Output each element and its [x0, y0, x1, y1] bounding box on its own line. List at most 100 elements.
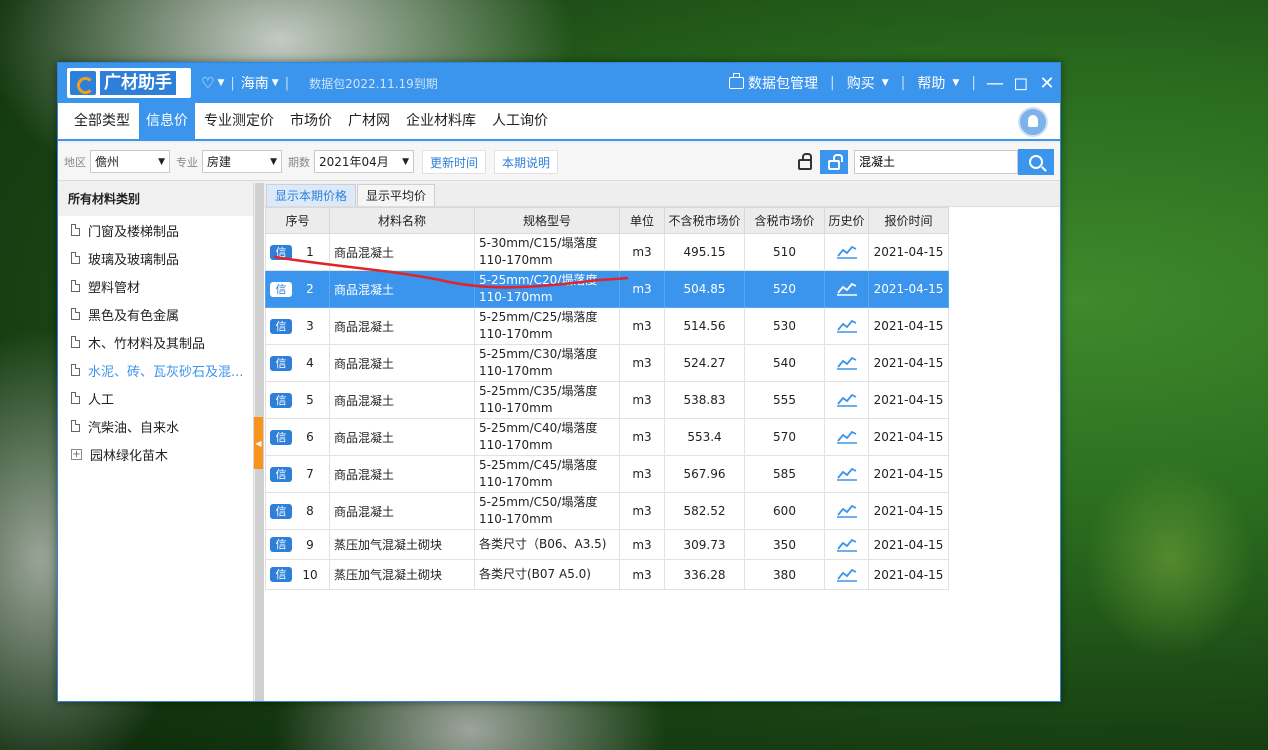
tab-info-price[interactable]: 信息价: [139, 103, 195, 139]
tab-current-price[interactable]: 显示本期价格: [266, 184, 357, 206]
major-label: 专业: [176, 155, 198, 169]
trend-chart-icon[interactable]: [836, 282, 857, 296]
info-badge-icon[interactable]: 信: [270, 318, 292, 334]
package-management-button[interactable]: 数据包管理: [723, 73, 824, 93]
expand-icon[interactable]: +: [71, 448, 82, 460]
major-select[interactable]: 房建 ▼: [202, 150, 282, 173]
buy-menu[interactable]: 购买 ▼: [841, 73, 895, 93]
info-badge-icon[interactable]: 信: [270, 429, 292, 445]
info-badge-icon[interactable]: 信: [270, 281, 292, 297]
table-row[interactable]: 信 8 商品混凝土 5-25mm/C50/塌落度 110-170mm m3 582.52 60…: [265, 492, 949, 530]
lock-button[interactable]: [794, 150, 816, 174]
table-row[interactable]: 信 3 商品混凝土 5-25mm/C25/塌落度 110-170mm m3 514.56 53…: [265, 307, 949, 345]
chevron-down-icon: ▼: [952, 78, 960, 88]
collapse-sidebar-handle[interactable]: ◀: [254, 417, 263, 469]
price-excl-tax: 495.15: [664, 233, 745, 271]
table-row[interactable]: 信 4 商品混凝土 5-25mm/C30/塌落度 110-170mm m3 524.27 54…: [265, 344, 949, 382]
tab-enterprise-library[interactable]: 企业材料库: [399, 103, 483, 139]
column-header[interactable]: 含税市场价: [744, 207, 825, 234]
info-badge-icon[interactable]: 信: [270, 567, 292, 582]
trend-chart-icon[interactable]: [836, 568, 857, 582]
column-header[interactable]: 报价时间: [868, 207, 949, 234]
sidebar-item-landscaping[interactable]: + 园林绿化苗木: [58, 440, 253, 468]
trend-chart-icon[interactable]: [836, 319, 857, 333]
sidebar-item-wood-bamboo[interactable]: 木、竹材料及其制品: [58, 328, 253, 356]
column-header[interactable]: 历史价: [824, 207, 869, 234]
update-time-button[interactable]: 更新时间: [422, 149, 487, 174]
info-badge-icon[interactable]: 信: [270, 355, 292, 371]
chevron-down-icon[interactable]: ▼: [217, 78, 224, 88]
trend-chart-icon[interactable]: [836, 430, 857, 444]
price-view-tabs: 显示本期价格 显示平均价: [264, 183, 1060, 207]
search-input[interactable]: [854, 149, 1018, 174]
period-label: 期数: [288, 155, 310, 169]
material-name: 商品混凝土: [329, 492, 475, 530]
trend-chart-icon[interactable]: [836, 504, 857, 518]
column-header[interactable]: 规格型号: [474, 207, 620, 234]
column-header[interactable]: 不含税市场价: [664, 207, 745, 234]
unlock-button[interactable]: [820, 149, 848, 174]
table-row[interactable]: 信 5 商品混凝土 5-25mm/C35/塌落度 110-170mm m3 538.83 55…: [265, 381, 949, 419]
info-badge-icon[interactable]: 信: [270, 537, 292, 552]
sidebar-item-glass[interactable]: 玻璃及玻璃制品: [58, 244, 253, 272]
column-header[interactable]: 序号: [265, 207, 330, 234]
info-badge-icon[interactable]: 信: [270, 503, 292, 519]
tab-average-price[interactable]: 显示平均价: [357, 184, 436, 206]
maximize-icon[interactable]: ◻: [1008, 73, 1034, 94]
tab-professional-price[interactable]: 专业测定价: [197, 103, 281, 139]
table-row[interactable]: 信 2 商品混凝土 5-25mm/C20/塌落度 110-170mm m3 504.85 52…: [265, 270, 949, 308]
info-badge-icon[interactable]: 信: [270, 392, 292, 408]
user-avatar-icon[interactable]: [1018, 107, 1048, 137]
spec-line-2: 110-170mm: [479, 438, 553, 452]
sidebar-item-labor[interactable]: 人工: [58, 384, 253, 412]
sidebar-item-label: 水泥、砖、瓦灰砂石及混...: [88, 364, 244, 380]
sidebar-item-label: 门窗及楼梯制品: [88, 224, 180, 240]
sidebar-item-label: 玻璃及玻璃制品: [88, 252, 180, 268]
spec-model: 5-25mm/C20/塌落度 110-170mm: [474, 270, 620, 308]
sidebar-item-doors-stairs[interactable]: 门窗及楼梯制品: [58, 216, 253, 244]
trend-chart-icon[interactable]: [836, 393, 857, 407]
region-selector[interactable]: 海南: [241, 73, 269, 93]
table-row[interactable]: 信 9 蒸压加气混凝土砌块 各类尺寸（B06、A3.5) m3 309.73 350 2021…: [265, 529, 949, 560]
area-select[interactable]: 儋州 ▼: [90, 150, 170, 173]
history-cell: [824, 344, 869, 382]
trend-chart-icon[interactable]: [836, 356, 857, 370]
tab-all-types[interactable]: 全部类型: [67, 103, 137, 139]
tab-manual-inquiry[interactable]: 人工询价: [485, 103, 555, 139]
close-icon[interactable]: ✕: [1034, 73, 1060, 94]
help-menu[interactable]: 帮助 ▼: [911, 73, 965, 93]
trend-chart-icon[interactable]: [836, 538, 857, 552]
sidebar-item-cement-brick[interactable]: 水泥、砖、瓦灰砂石及混...: [58, 356, 253, 384]
table-row[interactable]: 信 1 商品混凝土 5-30mm/C15/塌落度 110-170mm m3 495.15 51…: [265, 233, 949, 271]
period-description-button[interactable]: 本期说明: [494, 149, 559, 174]
tab-guangcai-web[interactable]: 广材网: [341, 103, 397, 139]
quote-date: 2021-04-15: [868, 455, 949, 493]
sidebar-item-metals[interactable]: 黑色及有色金属: [58, 300, 253, 328]
sidebar-item-fuel-water[interactable]: 汽柴油、自来水: [58, 412, 253, 440]
quote-date: 2021-04-15: [868, 233, 949, 271]
price-excl-tax: 553.4: [664, 418, 745, 456]
trend-chart-icon[interactable]: [836, 467, 857, 481]
search-button[interactable]: [1018, 148, 1054, 175]
column-header[interactable]: 材料名称: [329, 207, 475, 234]
info-badge-icon[interactable]: 信: [270, 244, 292, 260]
table-row[interactable]: 信 7 商品混凝土 5-25mm/C45/塌落度 110-170mm m3 567.96 58…: [265, 455, 949, 493]
sidebar-item-plastic-pipes[interactable]: 塑料管材: [58, 272, 253, 300]
column-header[interactable]: 单位: [619, 207, 665, 234]
price-incl-tax: 350: [744, 529, 825, 560]
table-row[interactable]: 信 6 商品混凝土 5-25mm/C40/塌落度 110-170mm m3 553.4 570…: [265, 418, 949, 456]
app-name: 广材助手: [100, 71, 176, 95]
table-row[interactable]: 信 10 蒸压加气混凝土砌块 各类尺寸(B07 A5.0) m3 336.28 380 202…: [265, 559, 949, 590]
trend-chart-icon[interactable]: [836, 245, 857, 259]
search-area: [794, 148, 1060, 175]
chevron-down-icon[interactable]: ▼: [272, 78, 279, 88]
unit: m3: [619, 529, 665, 560]
info-badge-icon[interactable]: 信: [270, 466, 292, 482]
spec-line-2: 110-170mm: [479, 512, 553, 526]
tab-market-price[interactable]: 市场价: [283, 103, 339, 139]
diamond-icon[interactable]: ♡: [201, 74, 214, 92]
app-logo: 广材助手: [67, 68, 191, 98]
minimize-icon[interactable]: —: [982, 73, 1008, 94]
period-select[interactable]: 2021年04月 ▼: [314, 150, 414, 173]
document-icon: [71, 336, 80, 348]
